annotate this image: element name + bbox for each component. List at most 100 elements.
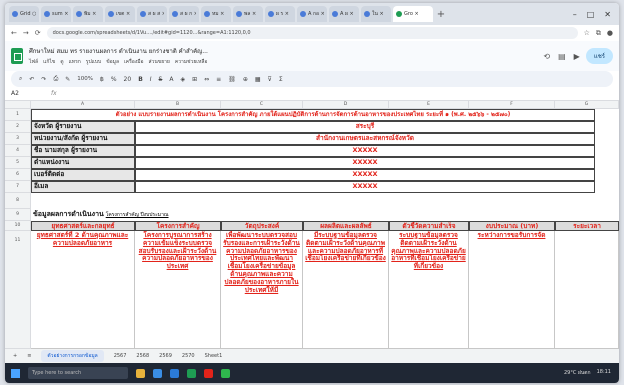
currency-icon[interactable]: ฿ bbox=[100, 76, 104, 83]
undo-icon[interactable]: ↶ bbox=[29, 76, 34, 83]
value-email[interactable]: XXXXX bbox=[135, 181, 595, 193]
new-tab-button[interactable]: + bbox=[435, 9, 447, 20]
maximize-icon[interactable]: □ bbox=[587, 10, 595, 19]
star-icon[interactable]: ☆ bbox=[584, 29, 590, 37]
search-icon[interactable]: ⌕ bbox=[19, 75, 22, 83]
align-icon[interactable]: ≡ bbox=[216, 76, 221, 83]
menu-edit[interactable]: แก้ไข bbox=[43, 58, 55, 66]
browser-tab[interactable]: หม × bbox=[201, 6, 231, 22]
section-title-row[interactable]: ข้อมูลผลการดำเนินงาน โครงการสำคัญ ปีงบปร… bbox=[31, 209, 619, 221]
browser-tab[interactable]: ส ผ ก × bbox=[169, 6, 199, 22]
sheet-tab[interactable]: 2569 bbox=[159, 353, 172, 359]
row-header[interactable]: 8 bbox=[5, 193, 31, 209]
browser-tab[interactable]: เขต × bbox=[105, 6, 135, 22]
row-header[interactable]: 4 bbox=[5, 145, 31, 157]
row-header[interactable]: 9 bbox=[5, 209, 31, 221]
browser-tab-active[interactable]: Gro × bbox=[393, 6, 433, 22]
menu-tools[interactable]: เครื่องมือ bbox=[124, 58, 143, 66]
header-output[interactable]: ผลผลิตและผลลัพธ์ bbox=[303, 221, 389, 231]
clock-text[interactable]: 18:11 bbox=[597, 369, 611, 377]
strikethrough-icon[interactable]: S bbox=[159, 76, 163, 83]
menu-extensions[interactable]: ส่วนขยาย bbox=[149, 58, 170, 66]
url-field[interactable]: docs.google.com/spreadsheets/d/1Vu..../e… bbox=[46, 27, 578, 39]
row-header[interactable]: 5 bbox=[5, 157, 31, 169]
label-province[interactable]: จังหวัด ผู้รายงาน bbox=[31, 121, 135, 133]
filter-icon[interactable]: ⊽ bbox=[268, 76, 272, 83]
label-name[interactable]: ชื่อ นามสกุล ผู้รายงาน bbox=[31, 145, 135, 157]
profile-icon[interactable]: ● bbox=[607, 29, 613, 37]
sheet-tab[interactable]: 2567 bbox=[114, 353, 127, 359]
print-icon[interactable]: ⎙ bbox=[53, 75, 58, 83]
close-icon[interactable]: ✕ bbox=[604, 10, 611, 19]
cell-strategy[interactable]: ยุทธศาสตร์ที่ 2 ด้านคุณภาพและความปลอดภัย… bbox=[31, 231, 135, 349]
sheets-logo-icon[interactable] bbox=[11, 48, 23, 64]
menu-view[interactable]: ดู bbox=[60, 58, 63, 66]
paint-format-icon[interactable]: ✎ bbox=[65, 76, 70, 83]
extensions-icon[interactable]: ⧉ bbox=[596, 29, 601, 38]
header-budget[interactable]: งบประมาณ (บาท) bbox=[469, 221, 555, 231]
value-phone[interactable]: XXXXX bbox=[135, 169, 595, 181]
browser-tab[interactable]: A กอ × bbox=[297, 6, 327, 22]
sheet-tab[interactable]: 2568 bbox=[136, 353, 149, 359]
browser-tab[interactable]: ใน × bbox=[361, 6, 391, 22]
file-explorer-icon[interactable] bbox=[136, 368, 145, 378]
value-name[interactable]: XXXXX bbox=[135, 145, 595, 157]
menu-help[interactable]: ความช่วยเหลือ bbox=[175, 58, 207, 66]
sheet-tab-active[interactable]: ตัวอย่างการกรอกข้อมูล bbox=[41, 350, 104, 362]
functions-icon[interactable]: Σ bbox=[279, 76, 283, 83]
browser-tab[interactable]: sum × bbox=[41, 6, 71, 22]
meet-icon[interactable]: ▶ bbox=[574, 52, 580, 61]
label-email[interactable]: อีเมล bbox=[31, 181, 135, 193]
merge-icon[interactable]: ⇔ bbox=[204, 76, 209, 83]
row-header[interactable]: 7 bbox=[5, 181, 31, 193]
taskbar-search[interactable]: Type here to search bbox=[28, 367, 128, 379]
col-header[interactable]: C bbox=[221, 101, 303, 109]
row-header[interactable]: 2 bbox=[5, 121, 31, 133]
cell-duration[interactable] bbox=[555, 231, 619, 349]
col-header[interactable]: A bbox=[31, 101, 135, 109]
cell-output[interactable]: มีระบบฐานข้อมูลตรวจติดตามเฝ้าระวังด้านคุ… bbox=[303, 231, 389, 349]
font-size-field[interactable]: 20 bbox=[124, 76, 132, 83]
value-agency[interactable]: สำนักงานเกษตรและสหกรณ์จังหวัด bbox=[135, 133, 595, 145]
row-header[interactable]: 3 bbox=[5, 133, 31, 145]
cell-objective[interactable]: เพื่อพัฒนาระบบตรวจสอบรับรองและการเฝ้าระว… bbox=[221, 231, 303, 349]
col-header[interactable]: B bbox=[135, 101, 221, 109]
sheet-tab[interactable]: 2570 bbox=[182, 353, 195, 359]
word-icon[interactable] bbox=[170, 368, 179, 378]
cell-budget[interactable]: ระหว่างการขอรับการจัด bbox=[469, 231, 555, 349]
browser-tab[interactable]: A ผ × bbox=[329, 6, 359, 22]
zoom-select[interactable]: 100% bbox=[77, 76, 93, 82]
borders-icon[interactable]: ⊞ bbox=[192, 76, 197, 83]
browser-tab[interactable]: ส ผ ส × bbox=[137, 6, 167, 22]
menu-data[interactable]: ข้อมูล bbox=[106, 58, 119, 66]
menu-insert[interactable]: แทรก bbox=[69, 58, 81, 66]
redo-icon[interactable]: ↷ bbox=[41, 76, 46, 83]
weather-text[interactable]: 29°C ฝนตก bbox=[564, 369, 591, 377]
value-position[interactable]: XXXXX bbox=[135, 157, 595, 169]
edge-icon[interactable] bbox=[153, 368, 162, 378]
spreadsheet-grid[interactable]: A B C D E F G 1 2 3 4 5 6 7 8 9 10 11 ตั… bbox=[5, 101, 619, 349]
menu-format[interactable]: รูปแบบ bbox=[86, 58, 101, 66]
line-icon[interactable] bbox=[221, 368, 230, 378]
fill-color-icon[interactable]: ◈ bbox=[180, 76, 185, 83]
browser-tab[interactable]: ผ ร × bbox=[265, 6, 295, 22]
label-phone[interactable]: เบอร์ติดต่อ bbox=[31, 169, 135, 181]
value-province[interactable]: สระบุรี bbox=[135, 121, 595, 133]
text-color-icon[interactable]: A bbox=[169, 76, 173, 83]
label-position[interactable]: ตำแหน่งงาน bbox=[31, 157, 135, 169]
browser-tab[interactable]: พิม × bbox=[73, 6, 103, 22]
bold-icon[interactable]: B bbox=[138, 76, 143, 83]
share-button[interactable]: แชร์ bbox=[585, 48, 613, 64]
excel-icon[interactable] bbox=[187, 368, 196, 378]
browser-tab[interactable]: Grid ○ × bbox=[9, 6, 39, 22]
label-agency[interactable]: หน่วยงาน/สังกัด ผู้รายงาน bbox=[31, 133, 135, 145]
back-icon[interactable]: ← bbox=[11, 29, 17, 37]
row-header[interactable]: 10 bbox=[5, 221, 31, 231]
chart-icon[interactable]: ▦ bbox=[255, 76, 261, 83]
row-header[interactable]: 1 bbox=[5, 109, 31, 121]
forward-icon[interactable]: → bbox=[23, 29, 29, 37]
header-objective[interactable]: วัตถุประสงค์ bbox=[221, 221, 303, 231]
col-header[interactable]: E bbox=[389, 101, 469, 109]
percent-icon[interactable]: % bbox=[111, 76, 117, 83]
header-project[interactable]: โครงการสำคัญ bbox=[135, 221, 221, 231]
